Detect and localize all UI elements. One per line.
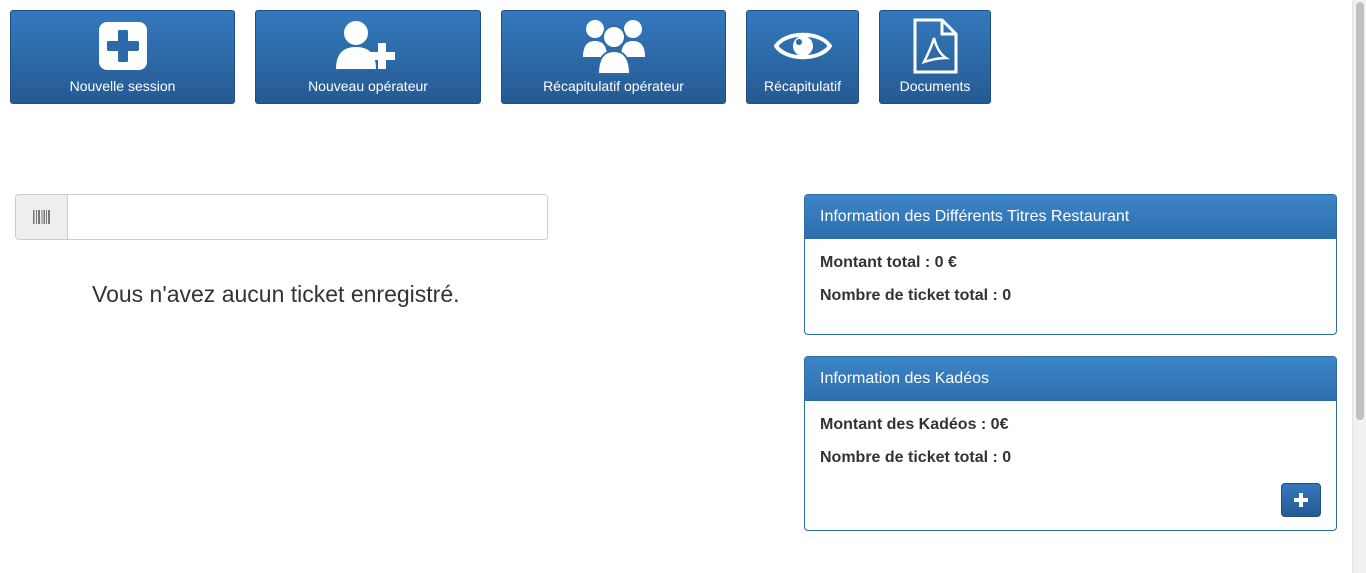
- kadeos-panel-title: Information des Kadéos: [805, 357, 1336, 401]
- plus-square-icon: [11, 17, 234, 75]
- users-group-icon: [502, 17, 725, 75]
- kadeos-panel: Information des Kadéos Montant des Kadéo…: [804, 356, 1337, 531]
- new-session-button[interactable]: Nouvelle session: [10, 10, 235, 104]
- barcode-input[interactable]: [68, 195, 547, 239]
- scrollbar-thumb[interactable]: [1356, 2, 1364, 420]
- new-operator-label: Nouveau opérateur: [308, 78, 428, 94]
- page-scrollbar[interactable]: [1352, 0, 1366, 573]
- barcode-icon: [16, 195, 68, 239]
- titres-total-count: Nombre de ticket total : 0: [820, 287, 1012, 304]
- summary-button[interactable]: Récapitulatif: [746, 10, 859, 104]
- titres-restaurant-panel-title: Information des Différents Titres Restau…: [805, 195, 1336, 239]
- barcode-input-group: [15, 194, 548, 240]
- pdf-document-icon: [880, 17, 990, 75]
- kadeos-total-count: Nombre de ticket total : 0: [820, 449, 1012, 466]
- new-session-label: Nouvelle session: [69, 78, 176, 94]
- plus-icon: [1294, 493, 1308, 507]
- new-operator-button[interactable]: Nouveau opérateur: [255, 10, 481, 104]
- documents-label: Documents: [899, 78, 971, 94]
- add-user-icon: [256, 17, 480, 75]
- summary-label: Récapitulatif: [763, 78, 842, 94]
- titres-total-amount: Montant total : 0 €: [820, 254, 957, 271]
- page: Nouvelle session Nouveau opérateur Récap: [0, 0, 1366, 573]
- operator-summary-button[interactable]: Récapitulatif opérateur: [501, 10, 726, 104]
- eye-icon: [747, 17, 858, 75]
- titres-restaurant-panel-body: Montant total : 0 € Nombre de ticket tot…: [805, 239, 1336, 333]
- operator-summary-label: Récapitulatif opérateur: [543, 78, 684, 94]
- documents-button[interactable]: Documents: [879, 10, 991, 104]
- titres-restaurant-panel: Information des Différents Titres Restau…: [804, 194, 1337, 335]
- add-kadeos-button[interactable]: [1281, 483, 1321, 517]
- empty-tickets-message: Vous n'avez aucun ticket enregistré.: [92, 281, 460, 307]
- kadeos-total-amount: Montant des Kadéos : 0€: [820, 416, 1009, 433]
- kadeos-panel-body: Montant des Kadéos : 0€ Nombre de ticket…: [805, 401, 1336, 530]
